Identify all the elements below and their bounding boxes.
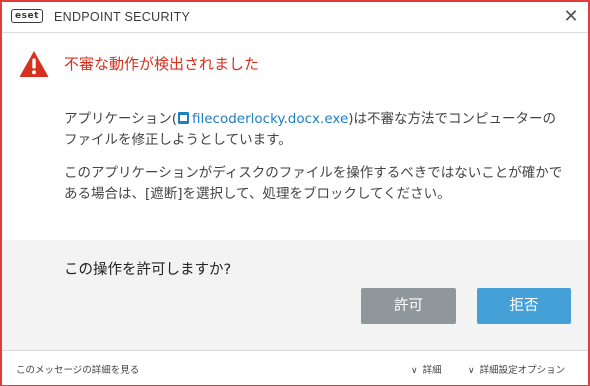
chevron-down-icon: ∨ <box>411 366 418 376</box>
application-link[interactable]: filecoderlocky.docx.exe <box>177 111 348 127</box>
advanced-options-toggle[interactable]: ∨ 詳細設定オプション <box>468 362 565 376</box>
message-advice: このアプリケーションがディスクのファイルを操作するべきではないことが確かである場… <box>64 165 563 202</box>
eset-logo: eset <box>11 9 43 23</box>
close-icon[interactable]: ✕ <box>562 8 580 26</box>
deny-button[interactable]: 拒否 <box>477 288 571 324</box>
application-icon <box>178 112 189 124</box>
details-toggle[interactable]: ∨ 詳細 <box>411 362 442 376</box>
warning-triangle-icon <box>19 51 49 77</box>
permission-question: この操作を許可しますか? <box>64 262 232 278</box>
alert-title: 不審な動作が検出されました <box>64 55 260 73</box>
product-name: ENDPOINT SECURITY <box>54 10 191 24</box>
message-description: アプリケーション(filecoderlocky.docx.exe)は不審な方法で… <box>64 109 564 151</box>
advanced-label: 詳細設定オプション <box>479 365 566 376</box>
details-label: 詳細 <box>422 365 442 376</box>
allow-button[interactable]: 許可 <box>361 288 456 324</box>
application-name: filecoderlocky.docx.exe <box>192 111 349 127</box>
message-prefix: アプリケーション( <box>64 111 177 127</box>
title-bar: eset ENDPOINT SECURITY ✕ <box>2 2 588 33</box>
chevron-down-icon: ∨ <box>468 366 475 376</box>
learn-more-link[interactable]: このメッセージの詳細を見る <box>16 362 139 376</box>
